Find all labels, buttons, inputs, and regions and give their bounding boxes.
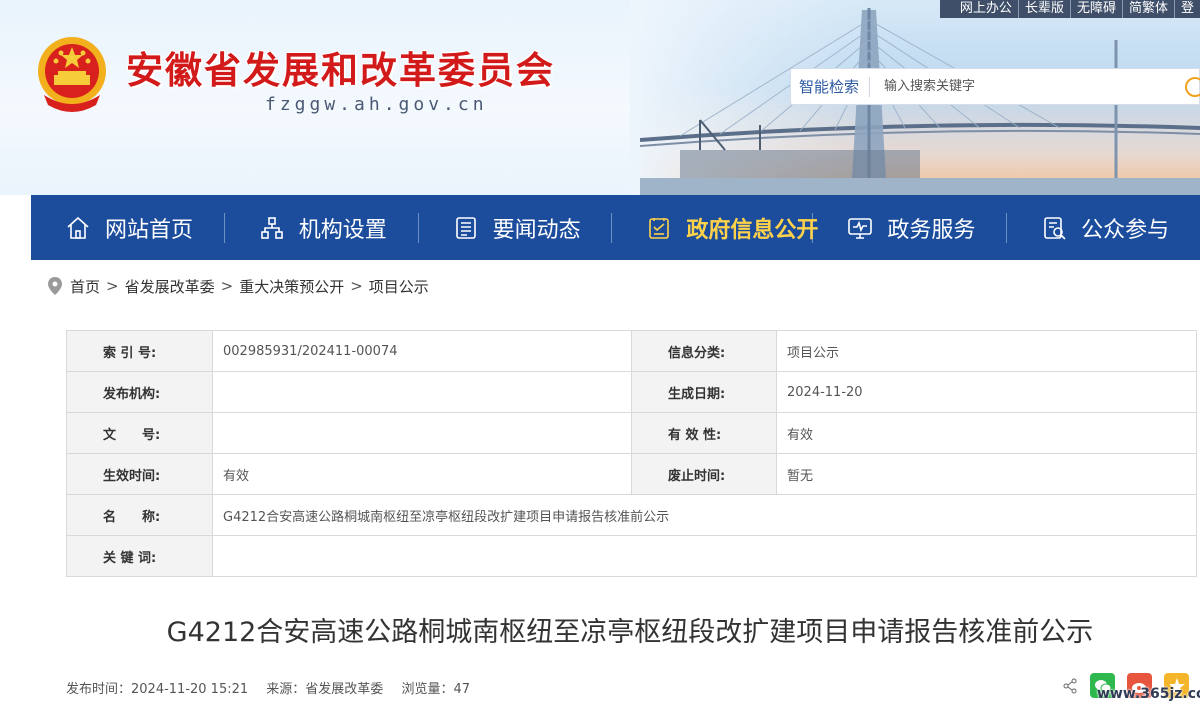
search-input[interactable] bbox=[870, 71, 1171, 102]
document-meta-table: 索 引 号: 002985931/202411-00074 信息分类: 项目公示… bbox=[66, 330, 1197, 577]
nav-item-home[interactable]: 网站首页 bbox=[31, 195, 224, 260]
news-icon bbox=[453, 215, 479, 241]
top-link-simplified-traditional[interactable]: 简繁体 bbox=[1123, 0, 1175, 18]
breadcrumb-project-notice[interactable]: 项目公示 bbox=[369, 276, 429, 297]
validity-label: 有 效 性: bbox=[631, 412, 777, 454]
watermark-text: www.365jz.com bbox=[1097, 686, 1200, 702]
nav-label: 网站首页 bbox=[105, 217, 194, 243]
location-pin-icon bbox=[48, 277, 62, 295]
site-domain: fzggw.ah.gov.cn bbox=[265, 94, 488, 115]
info-disclosure-icon bbox=[646, 215, 672, 241]
top-links-bar: 网上办公 长辈版 无障碍 简繁体 登 bbox=[939, 0, 1200, 18]
view-count: 浏览量：47 bbox=[401, 682, 470, 697]
doc-name-value: G4212合安高速公路桐城南枢纽至凉亭枢纽段改扩建项目申请报告核准前公示 bbox=[212, 494, 1197, 536]
category-value: 项目公示 bbox=[776, 330, 1197, 372]
top-link-accessibility[interactable]: 无障碍 bbox=[1071, 0, 1123, 18]
effective-time-value: 有效 bbox=[212, 453, 632, 495]
nav-label: 要闻动态 bbox=[492, 217, 581, 243]
home-icon bbox=[65, 215, 91, 241]
nav-item-public[interactable]: 公众参与 bbox=[1007, 195, 1200, 260]
table-row: 名 称: G4212合安高速公路桐城南枢纽至凉亭枢纽段改扩建项目申请报告核准前公… bbox=[66, 494, 1197, 536]
article-title: G4212合安高速公路桐城南枢纽至凉亭枢纽段改扩建项目申请报告核准前公示 bbox=[166, 617, 1094, 648]
nav-item-organization[interactable]: 机构设置 bbox=[225, 195, 418, 260]
created-date-value: 2024-11-20 bbox=[776, 371, 1197, 413]
validity-value: 有效 bbox=[776, 412, 1197, 454]
search-icon[interactable] bbox=[1185, 77, 1200, 97]
table-row: 索 引 号: 002985931/202411-00074 信息分类: 项目公示 bbox=[66, 330, 1197, 372]
nav-label: 机构设置 bbox=[298, 217, 387, 243]
search-bar: 智能检索 bbox=[790, 68, 1200, 105]
publisher-label: 发布机构: bbox=[66, 371, 213, 413]
table-row: 关 键 词: bbox=[66, 535, 1197, 577]
nav-item-gov-info[interactable]: 政府信息公开 bbox=[612, 195, 818, 260]
keywords-value bbox=[212, 535, 1197, 577]
expire-time-value: 暂无 bbox=[776, 453, 1197, 495]
doc-number-value bbox=[212, 412, 632, 454]
monitor-service-icon bbox=[847, 215, 873, 241]
category-label: 信息分类: bbox=[631, 330, 777, 372]
nav-item-news[interactable]: 要闻动态 bbox=[419, 195, 612, 260]
publish-time: 发布时间：2024-11-20 15:21 bbox=[66, 682, 249, 697]
keywords-label: 关 键 词: bbox=[66, 535, 213, 577]
breadcrumb-home[interactable]: 首页 bbox=[70, 276, 100, 297]
org-chart-icon bbox=[259, 215, 285, 241]
nav-label: 公众参与 bbox=[1081, 217, 1170, 243]
doc-name-label: 名 称: bbox=[66, 494, 213, 536]
breadcrumb-commission[interactable]: 省发展改革委 bbox=[125, 276, 215, 297]
national-emblem-logo bbox=[38, 37, 106, 112]
nav-item-services[interactable]: 政务服务 bbox=[813, 195, 1006, 260]
top-link-online-office[interactable]: 网上办公 bbox=[954, 0, 1019, 18]
expire-time-label: 废止时间: bbox=[631, 453, 777, 495]
breadcrumb: 首页 > 省发展改革委 > 重大决策预公开 > 项目公示 bbox=[48, 274, 429, 298]
article-source: 来源：省发展改革委 bbox=[266, 682, 384, 697]
top-link-login[interactable]: 登 bbox=[1175, 0, 1200, 18]
smart-search-label[interactable]: 智能检索 bbox=[791, 76, 871, 97]
index-number-value: 002985931/202411-00074 bbox=[212, 330, 632, 372]
index-number-label: 索 引 号: bbox=[66, 330, 213, 372]
created-date-label: 生成日期: bbox=[631, 371, 777, 413]
nav-label: 政务服务 bbox=[887, 217, 976, 243]
site-title: 安徽省发展和改革委员会 bbox=[126, 48, 555, 92]
table-row: 发布机构: 生成日期: 2024-11-20 bbox=[66, 371, 1197, 413]
public-participation-icon bbox=[1041, 215, 1067, 241]
site-header: 网上办公 长辈版 无障碍 简繁体 登 安徽省发展和改革委员会 fzggw.ah.… bbox=[0, 0, 1200, 195]
top-link-elder-version[interactable]: 长辈版 bbox=[1019, 0, 1071, 18]
main-nav: 网站首页 机构设置 要闻动态 政府信息公开 政务服务 公众参与 bbox=[31, 195, 1200, 260]
publisher-value bbox=[212, 371, 632, 413]
share-icon[interactable] bbox=[1062, 678, 1078, 694]
effective-time-label: 生效时间: bbox=[66, 453, 213, 495]
doc-number-label: 文 号: bbox=[66, 412, 213, 454]
nav-label: 政府信息公开 bbox=[686, 217, 819, 243]
breadcrumb-decision-preview[interactable]: 重大决策预公开 bbox=[239, 276, 344, 297]
table-row: 生效时间: 有效 废止时间: 暂无 bbox=[66, 453, 1197, 495]
table-row: 文 号: 有 效 性: 有效 bbox=[66, 412, 1197, 454]
article-info: 发布时间：2024-11-20 15:21 来源：省发展改革委 浏览量：47 bbox=[66, 678, 484, 697]
